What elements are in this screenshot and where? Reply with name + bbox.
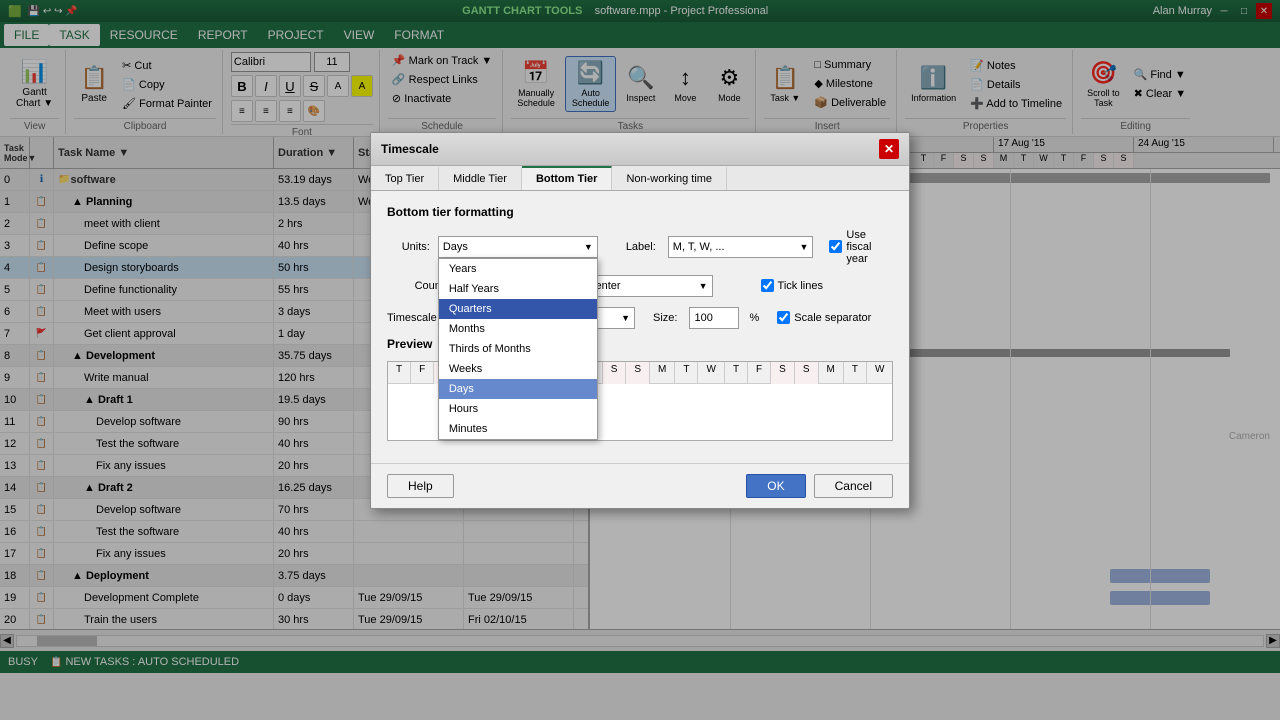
timescale-dialog: Timescale ✕ Top Tier Middle Tier Bottom … — [370, 132, 910, 509]
scale-separator-checkbox[interactable] — [777, 311, 790, 324]
tick-lines-checkbox-group: Tick lines — [761, 279, 823, 292]
label-value: M, T, W, ... — [673, 241, 800, 253]
preview-day-T4: T — [675, 362, 698, 384]
units-row: Units: Days ▼ Years Half Years Quarters … — [387, 229, 893, 265]
preview-day-S6: S — [795, 362, 819, 384]
align-select[interactable]: Center ▼ — [583, 275, 713, 297]
dropdown-item-thirdsofmonths[interactable]: Thirds of Months — [439, 339, 597, 359]
dialog-section-title: Bottom tier formatting — [387, 205, 893, 219]
label-select[interactable]: M, T, W, ... ▼ — [668, 236, 814, 258]
preview-day-T: T — [388, 362, 411, 384]
tick-lines-checkbox[interactable] — [761, 279, 774, 292]
dialog-title-text: Timescale — [381, 142, 439, 156]
dialog-action-buttons: OK Cancel — [746, 474, 893, 498]
preview-day-T6: T — [844, 362, 867, 384]
units-dropdown-arrow: ▼ — [584, 242, 593, 252]
preview-day-M2: M — [650, 362, 675, 384]
preview-day-F: F — [411, 362, 434, 384]
help-btn[interactable]: Help — [387, 474, 454, 498]
dialog-body: Bottom tier formatting Units: Days ▼ Yea… — [371, 191, 909, 463]
units-dropdown-container: Days ▼ Years Half Years Quarters Months … — [438, 236, 598, 258]
dropdown-item-months[interactable]: Months — [439, 319, 597, 339]
dialog-tabs: Top Tier Middle Tier Bottom Tier Non-wor… — [371, 166, 909, 191]
preview-day-S3: S — [603, 362, 627, 384]
align-value: Center — [588, 280, 699, 292]
scale-separator-group: Scale separator — [777, 311, 871, 324]
units-value: Days — [443, 241, 584, 253]
dialog-tab-top-tier[interactable]: Top Tier — [371, 166, 439, 190]
label-dropdown-arrow: ▼ — [799, 242, 808, 252]
units-select[interactable]: Days ▼ — [438, 236, 598, 258]
dropdown-item-days[interactable]: Days — [439, 379, 597, 399]
dialog-tab-bottom-tier[interactable]: Bottom Tier — [522, 166, 613, 190]
preview-day-F3: F — [748, 362, 771, 384]
preview-day-M3: M — [819, 362, 844, 384]
fiscal-year-checkbox[interactable] — [829, 240, 842, 253]
size-input[interactable] — [689, 307, 739, 329]
size-label: Size: — [653, 312, 677, 324]
dropdown-item-minutes[interactable]: Minutes — [439, 419, 597, 439]
dropdown-item-quarters[interactable]: Quarters — [439, 299, 597, 319]
preview-day-W2: W — [698, 362, 724, 384]
dialog-footer: Help OK Cancel — [371, 463, 909, 508]
percent-sign: % — [749, 312, 759, 324]
dropdown-item-halfyears[interactable]: Half Years — [439, 279, 597, 299]
dropdown-item-hours[interactable]: Hours — [439, 399, 597, 419]
preview-day-S5: S — [771, 362, 795, 384]
dropdown-item-weeks[interactable]: Weeks — [439, 359, 597, 379]
preview-day-W3: W — [867, 362, 893, 384]
preview-day-S4: S — [626, 362, 650, 384]
units-label: Units: — [387, 241, 430, 253]
dialog-overlay: Timescale ✕ Top Tier Middle Tier Bottom … — [0, 0, 1280, 720]
label-label: Label: — [626, 241, 656, 253]
dialog-tab-middle-tier[interactable]: Middle Tier — [439, 166, 522, 190]
dropdown-item-years[interactable]: Years — [439, 259, 597, 279]
fiscal-year-checkbox-group: Use fiscal year — [829, 229, 893, 265]
scale-separator-label: Scale separator — [794, 312, 871, 324]
ok-btn[interactable]: OK — [746, 474, 805, 498]
dialog-tab-non-working[interactable]: Non-working time — [612, 166, 727, 190]
cancel-btn[interactable]: Cancel — [814, 474, 893, 498]
tick-lines-label: Tick lines — [778, 280, 823, 292]
fiscal-year-label: Use fiscal year — [846, 229, 893, 265]
align-dropdown-arrow: ▼ — [699, 281, 708, 291]
preview-day-T5: T — [725, 362, 748, 384]
units-dropdown-list[interactable]: Years Half Years Quarters Months Thirds … — [438, 258, 598, 440]
dialog-title-bar: Timescale ✕ — [371, 133, 909, 166]
dialog-close-btn[interactable]: ✕ — [879, 139, 899, 159]
timescale-show-arrow: ▼ — [621, 313, 630, 323]
